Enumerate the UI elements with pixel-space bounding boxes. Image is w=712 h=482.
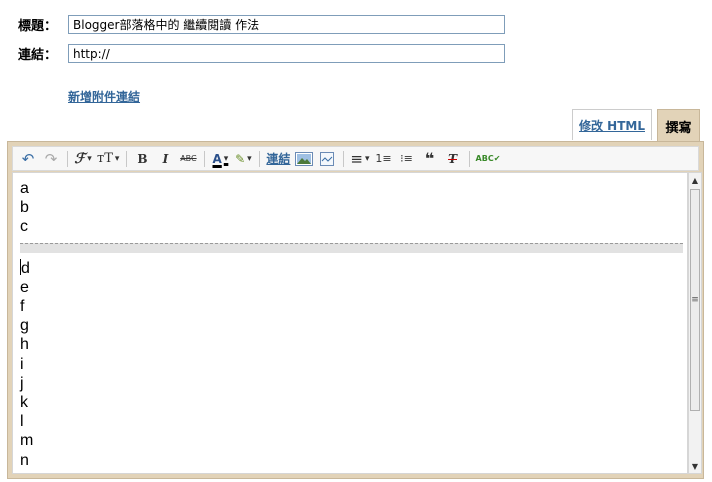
content-line-text: l xyxy=(20,413,24,431)
content-line-text: f xyxy=(20,298,25,316)
link-button[interactable]: 連結 xyxy=(266,149,290,169)
undo-icon[interactable]: ↶ xyxy=(19,149,37,169)
content-line-text: h xyxy=(20,336,29,354)
title-row: 標題： xyxy=(18,15,505,34)
editor-content[interactable]: abc defghijklmn xyxy=(12,172,688,474)
content-line-text: b xyxy=(20,199,29,217)
font-icon[interactable]: ℱ xyxy=(74,149,92,169)
tab-edit-html[interactable]: 修改 HTML xyxy=(572,109,652,140)
highlight-icon[interactable]: ✎ xyxy=(234,149,252,169)
url-input[interactable] xyxy=(68,44,505,63)
editor-scrollbar[interactable]: ▲ ≡ ▼ xyxy=(688,172,702,474)
content-line: i xyxy=(20,355,687,374)
toolbar-separator xyxy=(67,150,68,167)
video-icon[interactable] xyxy=(318,149,336,169)
content-line-text: e xyxy=(20,278,29,296)
content-line: f xyxy=(20,297,687,316)
content-line-text: c xyxy=(20,218,28,236)
content-line: m xyxy=(20,431,687,450)
content-line-text: m xyxy=(20,432,34,450)
bold-icon[interactable]: B xyxy=(133,149,151,169)
url-label: 連結： xyxy=(18,48,58,63)
spellcheck-icon[interactable]: ABC✔ xyxy=(476,149,501,169)
content-line: k xyxy=(20,393,687,412)
scroll-down-icon[interactable]: ▼ xyxy=(689,459,701,473)
toolbar-separator xyxy=(259,150,261,167)
content-line: e xyxy=(20,278,687,297)
strikethrough-icon[interactable]: ABC xyxy=(179,149,197,169)
title-label: 標題： xyxy=(18,19,58,34)
bullet-list-icon[interactable]: ⁝≡ xyxy=(398,149,416,169)
content-line-text: i xyxy=(20,355,24,373)
content-line-text: n xyxy=(20,451,29,469)
font-size-icon[interactable]: тT xyxy=(97,149,119,169)
text-color-icon[interactable]: A xyxy=(211,149,229,169)
content-line-text: k xyxy=(20,394,28,412)
editor-toolbar: ↶ ↷ ℱ тT B I ABC A ✎ 連結 ≡ 1≡ ⁝≡ ❝ T ABC✔ xyxy=(12,146,699,171)
numbered-list-icon[interactable]: 1≡ xyxy=(375,149,393,169)
url-row: 連結： xyxy=(18,44,505,63)
toolbar-separator xyxy=(204,150,206,167)
scroll-thumb[interactable]: ≡ xyxy=(690,189,700,411)
italic-icon[interactable]: I xyxy=(156,149,174,169)
quote-icon[interactable]: ❝ xyxy=(421,149,439,169)
content-line: c xyxy=(20,217,687,236)
remove-format-icon[interactable]: T xyxy=(444,149,462,169)
scroll-up-icon[interactable]: ▲ xyxy=(689,173,701,187)
content-line: h xyxy=(20,335,687,354)
redo-icon[interactable]: ↷ xyxy=(42,149,60,169)
content-line: b xyxy=(20,198,687,217)
content-line-text: a xyxy=(20,180,29,197)
content-line: g xyxy=(20,316,687,335)
toolbar-separator xyxy=(343,150,345,167)
content-before-break: abc xyxy=(20,179,687,237)
content-line-text: g xyxy=(20,317,29,335)
content-line: a xyxy=(20,179,687,198)
content-line-text: d xyxy=(21,259,30,277)
content-line: l xyxy=(20,412,687,431)
editor-frame: ↶ ↷ ℱ тT B I ABC A ✎ 連結 ≡ 1≡ ⁝≡ ❝ T ABC✔… xyxy=(7,141,704,479)
title-input[interactable] xyxy=(68,15,505,34)
toolbar-separator xyxy=(468,150,470,167)
tab-compose[interactable]: 撰寫 xyxy=(657,109,700,142)
content-line: n xyxy=(20,451,687,470)
jump-break-line xyxy=(20,242,683,253)
content-after-break: defghijklmn xyxy=(20,258,687,470)
add-attachment-link[interactable]: 新增附件連結 xyxy=(68,88,140,105)
content-line: d xyxy=(20,258,687,278)
toolbar-separator xyxy=(126,150,128,167)
content-line: j xyxy=(20,374,687,393)
image-icon[interactable] xyxy=(295,149,314,169)
content-line-text: j xyxy=(20,374,24,392)
align-icon[interactable]: ≡ xyxy=(350,149,369,169)
